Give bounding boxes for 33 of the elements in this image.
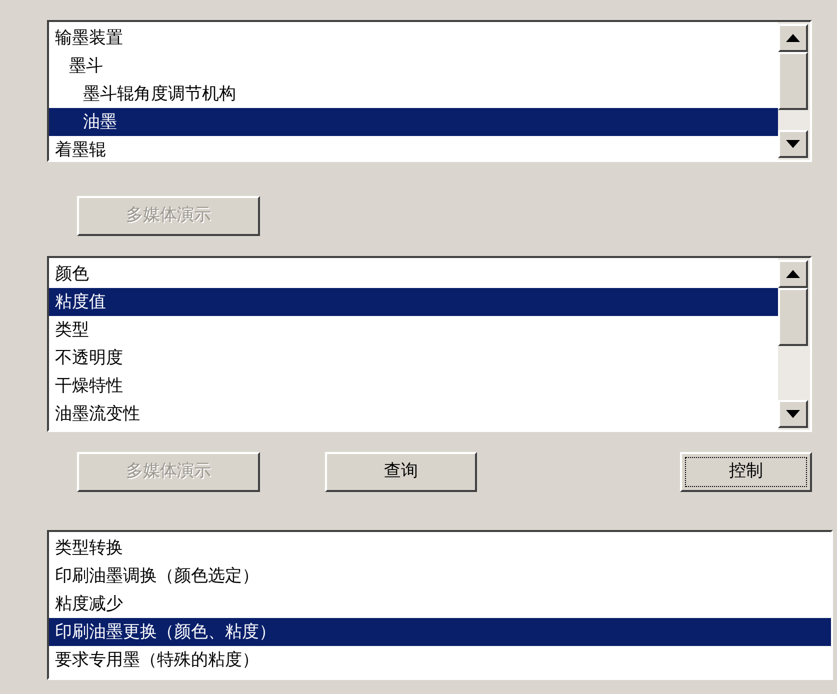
list-item[interactable]: 类型 [49,316,778,344]
up-arrow-icon [786,34,800,42]
scroll-thumb[interactable] [778,288,808,346]
list-item[interactable]: 印刷油墨更换（颜色、粘度） [49,618,831,646]
scroll-down-button[interactable] [778,400,808,428]
list-box[interactable]: 颜色 粘度值 类型 不透明度 干燥特性 油墨流变性 [47,256,812,432]
scroll-up-button[interactable] [778,24,808,52]
list-item[interactable]: 印刷油墨调换（颜色选定） [49,562,831,590]
scroll-up-button[interactable] [778,260,808,288]
list-item[interactable]: 不透明度 [49,344,778,372]
list-item[interactable]: 类型转换 [49,534,831,562]
list-box[interactable]: 输墨装置 墨斗 墨斗辊角度调节机构 油墨 着墨辊 [47,20,812,162]
push-button[interactable]: 查询 [325,452,477,492]
list-item[interactable]: 着墨辊 [49,136,778,160]
list-item[interactable]: 粘度值 [49,288,778,316]
scrollbar[interactable] [778,22,810,160]
list-item[interactable]: 油墨 [49,108,778,136]
down-arrow-icon [786,140,800,148]
list-item[interactable]: 油墨流变性 [49,400,778,428]
push-button[interactable]: 控制 [680,452,812,492]
list-item[interactable]: 要求专用墨（特殊的粘度） [49,646,831,674]
list-item[interactable]: 粘度减少 [49,590,831,618]
list-item[interactable]: 输墨装置 [49,24,778,52]
list-box[interactable]: 类型转换 印刷油墨调换（颜色选定） 粘度减少 印刷油墨更换（颜色、粘度） 要求专用墨（特殊的粘度） [47,530,833,680]
list-item[interactable]: 墨斗 [49,52,778,80]
up-arrow-icon [786,270,800,278]
down-arrow-icon [786,410,800,418]
scroll-down-button[interactable] [778,130,808,158]
scroll-thumb[interactable] [778,52,808,110]
list-item[interactable]: 墨斗辊角度调节机构 [49,80,778,108]
list-item[interactable]: 干燥特性 [49,372,778,400]
scrollbar[interactable] [778,258,810,430]
list-item[interactable]: 颜色 [49,260,778,288]
